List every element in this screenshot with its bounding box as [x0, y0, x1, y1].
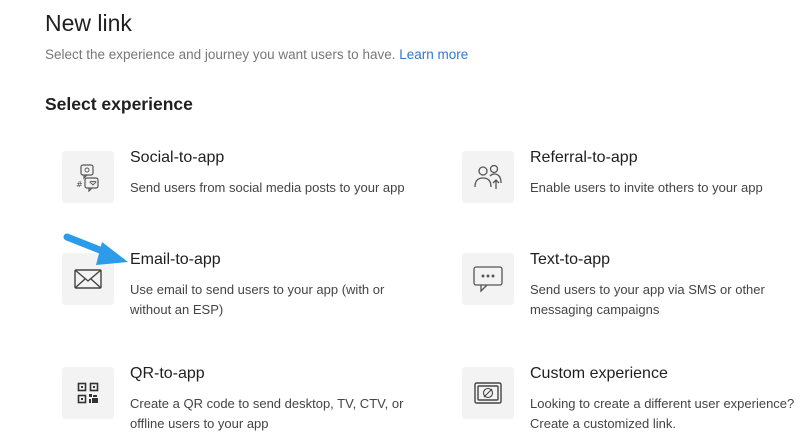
card-title: Referral-to-app — [530, 149, 638, 166]
card-description: Use email to send users to your app (wit… — [130, 282, 385, 317]
card-description: Send users from social media posts to yo… — [130, 180, 405, 195]
learn-more-link[interactable]: Learn more — [399, 47, 468, 62]
card-description: Create a QR code to send desktop, TV, CT… — [130, 396, 404, 431]
social-chat-icon: # — [62, 151, 114, 203]
qr-code-icon — [62, 367, 114, 419]
page-subtitle: Select the experience and journey you wa… — [45, 46, 468, 64]
card-title: QR-to-app — [130, 365, 205, 382]
page-title: New link — [45, 10, 132, 36]
card-description: Enable users to invite others to your ap… — [530, 180, 763, 195]
subtitle-text: Select the experience and journey you wa… — [45, 47, 396, 62]
card-title: Text-to-app — [530, 251, 611, 268]
card-description: Looking to create a different user exper… — [530, 396, 795, 431]
custom-link-icon — [462, 367, 514, 419]
highlight-arrow-icon — [63, 233, 128, 265]
svg-text:#: # — [76, 180, 83, 189]
new-link-page: New link Select the experience and journ… — [0, 0, 808, 439]
section-title: Select experience — [45, 94, 193, 114]
card-title: Custom experience — [530, 365, 668, 382]
card-title: Social-to-app — [130, 149, 225, 166]
referral-users-icon — [462, 151, 514, 203]
card-title: Email-to-app — [130, 251, 221, 268]
card-description: Send users to your app via SMS or other … — [530, 282, 765, 317]
sms-bubble-icon — [462, 253, 514, 305]
